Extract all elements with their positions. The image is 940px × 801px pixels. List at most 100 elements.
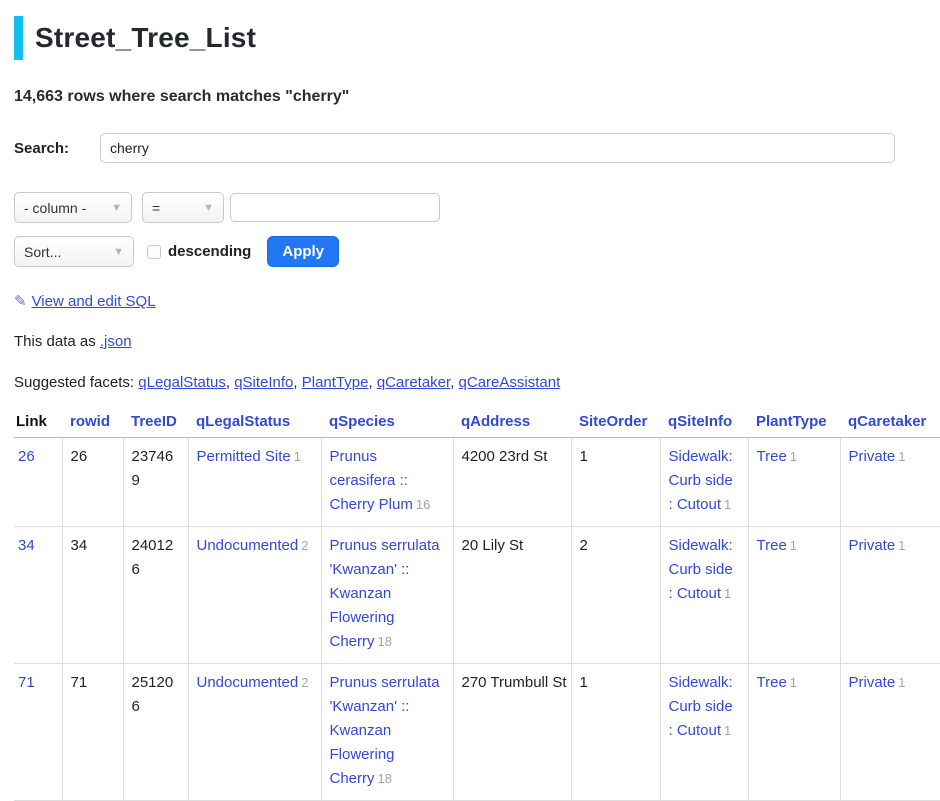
facet-link-qlegalstatus[interactable]: qLegalStatus: [138, 374, 226, 391]
page-header: Street_Tree_List: [14, 16, 940, 60]
facet-link-qsiteinfo[interactable]: qSiteInfo: [234, 374, 293, 391]
facet-value-link[interactable]: Undocumented: [197, 537, 299, 554]
cell-rowid: 34: [62, 527, 123, 664]
column-header-qlegalstatus[interactable]: qLegalStatus: [188, 407, 321, 438]
filter-column-select[interactable]: - column - ▼: [14, 192, 132, 223]
sort-row: Sort... ▼ descending Apply: [14, 236, 940, 267]
cell-qspecies: Prunus cerasifera :: Cherry Plum16: [321, 438, 453, 527]
facet-link-qcareassistant[interactable]: qCareAssistant: [459, 374, 561, 391]
facet-count: 18: [378, 634, 392, 649]
cell-treeid: 237469: [123, 438, 188, 527]
cell-siteorder: 1: [571, 664, 660, 801]
descending-label: descending: [168, 243, 251, 260]
facet-count: 16: [416, 497, 430, 512]
filter-row: - column - ▼ = ▼: [14, 192, 940, 223]
search-row: Search:: [14, 133, 940, 163]
pencil-icon: ✎: [14, 293, 27, 310]
row-link[interactable]: 71: [18, 674, 35, 691]
facet-count: 2: [301, 675, 308, 690]
facet-count: 1: [294, 449, 301, 464]
json-link[interactable]: .json: [100, 333, 132, 350]
cell-planttype: Tree1: [748, 438, 840, 527]
results-table: Link rowid TreeID qLegalStatus qSpecies …: [14, 407, 940, 801]
chevron-down-icon: ▼: [113, 246, 124, 258]
cell-rowid: 26: [62, 438, 123, 527]
apply-button[interactable]: Apply: [267, 236, 339, 267]
cell-link: 26: [14, 438, 62, 527]
facet-count: 1: [898, 675, 905, 690]
facet-count: 1: [790, 675, 797, 690]
cell-planttype: Tree1: [748, 664, 840, 801]
chevron-down-icon: ▼: [111, 202, 122, 214]
facet-link-planttype[interactable]: PlantType: [302, 374, 369, 391]
sort-select-value: Sort...: [24, 244, 61, 260]
cell-siteorder: 2: [571, 527, 660, 664]
column-header-qspecies[interactable]: qSpecies: [321, 407, 453, 438]
facet-count: 18: [378, 771, 392, 786]
facet-count: 1: [724, 586, 731, 601]
cell-rowid: 71: [62, 664, 123, 801]
cell-qsiteinfo: Sidewalk: Curb side : Cutout1: [660, 664, 748, 801]
sort-select[interactable]: Sort... ▼: [14, 236, 134, 267]
view-edit-sql-link[interactable]: View and edit SQL: [32, 293, 156, 310]
table-row: 26 26 237469 Permitted Site1 Prunus cera…: [14, 438, 940, 527]
row-link[interactable]: 26: [18, 448, 35, 465]
column-header-planttype[interactable]: PlantType: [748, 407, 840, 438]
cell-treeid: 251206: [123, 664, 188, 801]
cell-planttype: Tree1: [748, 527, 840, 664]
table-row: 71 71 251206 Undocumented2 Prunus serrul…: [14, 664, 940, 801]
cell-link: 34: [14, 527, 62, 664]
facet-link-qcaretaker[interactable]: qCaretaker: [377, 374, 450, 391]
descending-checkbox[interactable]: [147, 245, 161, 259]
data-as-row: This data as .json: [14, 333, 940, 350]
column-header-rowid[interactable]: rowid: [62, 407, 123, 438]
column-header-link: Link: [14, 407, 62, 438]
cell-qspecies: Prunus serrulata 'Kwanzan' :: Kwanzan Fl…: [321, 527, 453, 664]
facet-value-link[interactable]: Tree: [757, 674, 787, 691]
facet-value-link[interactable]: Tree: [757, 448, 787, 465]
cell-qaddress: 270 Trumbull St: [453, 664, 571, 801]
row-count-summary: 14,663 rows where search matches "cherry…: [14, 88, 940, 106]
facet-value-link[interactable]: Private: [849, 674, 896, 691]
facet-value-link[interactable]: Tree: [757, 537, 787, 554]
column-header-treeid[interactable]: TreeID: [123, 407, 188, 438]
facet-value-link[interactable]: Prunus cerasifera :: Cherry Plum: [330, 448, 413, 513]
facet-count: 1: [790, 538, 797, 553]
facet-count: 1: [724, 497, 731, 512]
filter-operator-select[interactable]: = ▼: [142, 192, 224, 223]
column-header-qsiteinfo[interactable]: qSiteInfo: [660, 407, 748, 438]
cell-link: 71: [14, 664, 62, 801]
facet-count: 1: [898, 449, 905, 464]
chevron-down-icon: ▼: [203, 202, 214, 214]
page-title: Street_Tree_List: [35, 16, 256, 60]
cell-qaddress: 4200 23rd St: [453, 438, 571, 527]
cell-siteorder: 1: [571, 438, 660, 527]
search-label: Search:: [14, 140, 100, 157]
facet-value-link[interactable]: Private: [849, 448, 896, 465]
filter-operator-select-value: =: [152, 200, 160, 216]
filter-column-select-value: - column -: [24, 200, 86, 216]
search-input[interactable]: [100, 133, 895, 163]
facet-count: 2: [301, 538, 308, 553]
cell-qlegalstatus: Permitted Site1: [188, 438, 321, 527]
suggested-facets: Suggested facets: qLegalStatus, qSiteInf…: [14, 374, 940, 391]
column-header-qcaretaker[interactable]: qCaretaker: [840, 407, 940, 438]
cell-qcaretaker: Private1: [840, 438, 940, 527]
cell-qlegalstatus: Undocumented2: [188, 664, 321, 801]
cell-qaddress: 20 Lily St: [453, 527, 571, 664]
facet-value-link[interactable]: Private: [849, 537, 896, 554]
cell-qspecies: Prunus serrulata 'Kwanzan' :: Kwanzan Fl…: [321, 664, 453, 801]
facet-count: 1: [790, 449, 797, 464]
column-header-siteorder[interactable]: SiteOrder: [571, 407, 660, 438]
table-row: 34 34 240126 Undocumented2 Prunus serrul…: [14, 527, 940, 664]
facet-separator: ,: [293, 374, 297, 391]
facet-value-link[interactable]: Undocumented: [197, 674, 299, 691]
facet-value-link[interactable]: Permitted Site: [197, 448, 291, 465]
cell-treeid: 240126: [123, 527, 188, 664]
cell-qsiteinfo: Sidewalk: Curb side : Cutout1: [660, 438, 748, 527]
row-link[interactable]: 34: [18, 537, 35, 554]
cell-qlegalstatus: Undocumented2: [188, 527, 321, 664]
filter-value-input[interactable]: [230, 193, 440, 222]
column-header-qaddress[interactable]: qAddress: [453, 407, 571, 438]
cell-qcaretaker: Private1: [840, 527, 940, 664]
